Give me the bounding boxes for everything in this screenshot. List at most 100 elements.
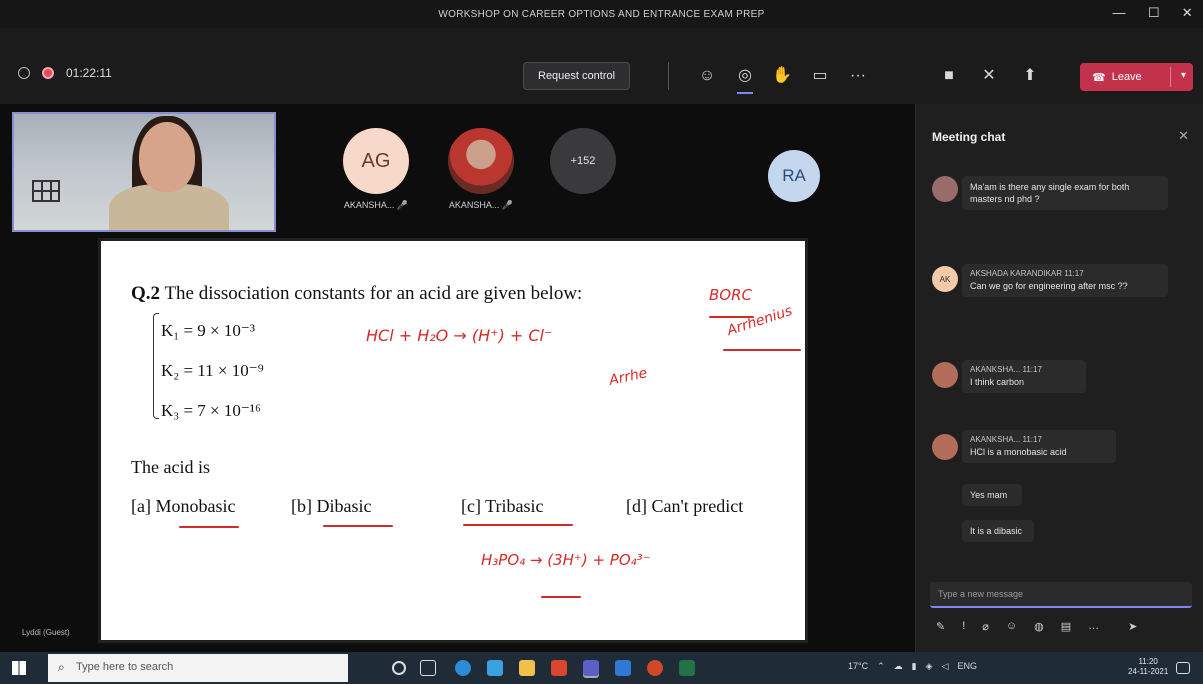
gif-icon[interactable]: ◍ [1034, 620, 1044, 633]
close-chat-icon[interactable]: ✕ [1178, 128, 1189, 144]
format-icon[interactable]: ✎ [936, 620, 945, 633]
shield-icon [18, 67, 30, 79]
ink-underline [463, 524, 573, 526]
chat-title: Meeting chat [932, 130, 1006, 144]
ink-equation-hcl: HCl + H₂O → (H⁺) + Cl⁻ [366, 326, 553, 345]
chat-compose-input[interactable]: Type a new message [930, 582, 1192, 608]
share-screen-icon[interactable]: ⬆ [1018, 64, 1042, 88]
store-icon[interactable] [487, 660, 503, 676]
edge-icon[interactable] [455, 660, 471, 676]
more-actions-button[interactable]: ··· [846, 64, 870, 88]
more-icon[interactable]: … [1088, 620, 1099, 633]
send-icon[interactable]: ➤ [1128, 620, 1137, 633]
presenter-name-tag: Lyddi (Guest) [22, 628, 70, 637]
meeting-timer: 01:22:11 [66, 66, 112, 80]
weather-temp[interactable]: 17°C [848, 661, 868, 672]
windows-start-icon[interactable] [12, 661, 26, 675]
emoji-icon[interactable]: ☺ [1006, 620, 1017, 633]
people-icon[interactable]: ☺ [695, 64, 719, 88]
powerpoint-icon[interactable] [647, 660, 663, 676]
mic-off-icon[interactable]: ✕ [977, 64, 1001, 88]
meeting-chat-panel: Meeting chat ✕ Ma'am is there any single… [915, 104, 1203, 652]
battery-icon[interactable]: ▮ [912, 661, 917, 672]
attach-icon[interactable]: ⌀ [982, 620, 989, 633]
priority-icon[interactable]: ! [962, 620, 965, 633]
option-a: [a] Monobasic [131, 496, 236, 516]
input-lang[interactable]: ENG [957, 661, 977, 672]
camera-off-icon[interactable]: ■ [937, 64, 961, 88]
rooms-icon[interactable]: ▭ [808, 64, 832, 88]
ink-arrhenius: Arrhenius [725, 302, 795, 340]
compose-tools: ✎ ! ⌀ ☺ ◍ ▤ … ➤ [936, 620, 1137, 633]
avatar: AG [343, 128, 409, 194]
chat-message: AKANKSHA... 11:17 HCl is a monobasic aci… [962, 430, 1116, 463]
overflow-count: +152 [570, 155, 596, 167]
message-text: Yes mam [970, 490, 1008, 500]
notifications-icon[interactable] [1176, 662, 1190, 674]
onedrive-icon[interactable]: ☁ [894, 661, 903, 672]
message-text: Can we go for engineering after msc ?? [970, 280, 1128, 291]
recording-icon [42, 67, 54, 79]
clock-time: 11:20 [1138, 657, 1158, 666]
leave-split [1170, 67, 1171, 87]
window-controls: — ☐ ✕ [1113, 5, 1193, 21]
taskbar-clock[interactable]: 11:20 24-11-2021 [1128, 657, 1168, 678]
word-icon[interactable] [615, 660, 631, 676]
leave-button[interactable]: ☎ Leave ▾ [1080, 63, 1193, 91]
request-control-button[interactable]: Request control [523, 62, 631, 90]
question-text: Q.2 The dissociation constants for an ac… [131, 283, 583, 304]
search-placeholder: Type here to search [76, 661, 174, 673]
volume-icon[interactable]: ◁ [942, 661, 949, 672]
search-icon: ⌕ [58, 660, 65, 674]
clock-date: 24-11-2021 [1128, 667, 1169, 677]
phone-icon: ☎ [1092, 71, 1106, 84]
ink-underline [323, 525, 393, 527]
sticker-icon[interactable]: ▤ [1061, 620, 1071, 633]
ink-underline [709, 316, 754, 318]
ink-borc: BORC [709, 286, 752, 304]
presenter-video[interactable] [12, 112, 276, 232]
shared-screen: Q.2 The dissociation constants for an ac… [98, 238, 808, 643]
meeting-toolbar: 01:22:11 Request control ☺ ◎ ✋ ▭ ··· ■ ✕… [0, 28, 1203, 104]
avatar [932, 362, 958, 388]
participant-name: AKANSHA... 🎤 [448, 200, 514, 210]
participant-tile[interactable]: RA [768, 150, 820, 202]
participant-tile[interactable]: AKANSHA... 🎤 [448, 128, 514, 211]
participant-tile[interactable]: AG AKANSHA... 🎤 [343, 128, 409, 211]
message-sender: AKANKSHA... 11:17 [970, 365, 1042, 374]
toolbar-divider [668, 62, 669, 90]
chat-message: It is a dibasic [962, 520, 1034, 543]
constant-k2: K₂ = 11 × 10⁻⁹ [161, 361, 264, 380]
cortana-icon[interactable] [392, 661, 406, 675]
minimize-button[interactable]: — [1113, 5, 1126, 21]
teams-icon[interactable] [583, 660, 599, 676]
excel-icon[interactable] [679, 660, 695, 676]
more-participants[interactable]: +152 [550, 128, 616, 194]
participant-name: AKANSHA... 🎤 [343, 200, 409, 210]
file-explorer-icon[interactable] [519, 660, 535, 676]
taskbar-search-input[interactable]: ⌕ Type here to search [48, 654, 348, 682]
network-icon[interactable]: ◈ [926, 661, 933, 672]
message-sender: AKSHADA KARANDIKAR 11:17 [970, 269, 1084, 278]
constant-k3: K₃ = 7 × 10⁻¹⁶ [161, 401, 261, 420]
chevron-down-icon[interactable]: ▾ [1181, 70, 1186, 81]
task-view-icon[interactable] [420, 660, 436, 676]
option-d: [d] Can't predict [626, 496, 744, 516]
avatar: AK [932, 266, 958, 292]
chat-icon[interactable]: ◎ [733, 64, 757, 94]
raise-hand-icon[interactable]: ✋ [770, 64, 794, 88]
avatar [448, 128, 514, 194]
ink-underline [723, 349, 801, 351]
ink-equation-h3po4: H₃PO₄ → (3H⁺) + PO₄³⁻ [481, 551, 651, 569]
chat-message: AKSHADA KARANDIKAR 11:17 Can we go for e… [962, 264, 1168, 297]
chevron-up-icon[interactable]: ⌃ [877, 661, 885, 672]
message-text: HCl is a monobasic acid [970, 446, 1067, 457]
maximize-button[interactable]: ☐ [1148, 5, 1160, 21]
acid-prompt: The acid is [131, 457, 210, 477]
windows-taskbar: ⌕ Type here to search 17°C ⌃ ☁ ▮ ◈ ◁ ENG… [0, 652, 1203, 684]
office-icon[interactable] [551, 660, 567, 676]
chat-message: Yes mam [962, 484, 1022, 507]
message-text: It is a dibasic [970, 526, 1023, 536]
chat-message: Ma'am is there any single exam for both … [962, 176, 1168, 211]
close-button[interactable]: ✕ [1182, 5, 1193, 21]
